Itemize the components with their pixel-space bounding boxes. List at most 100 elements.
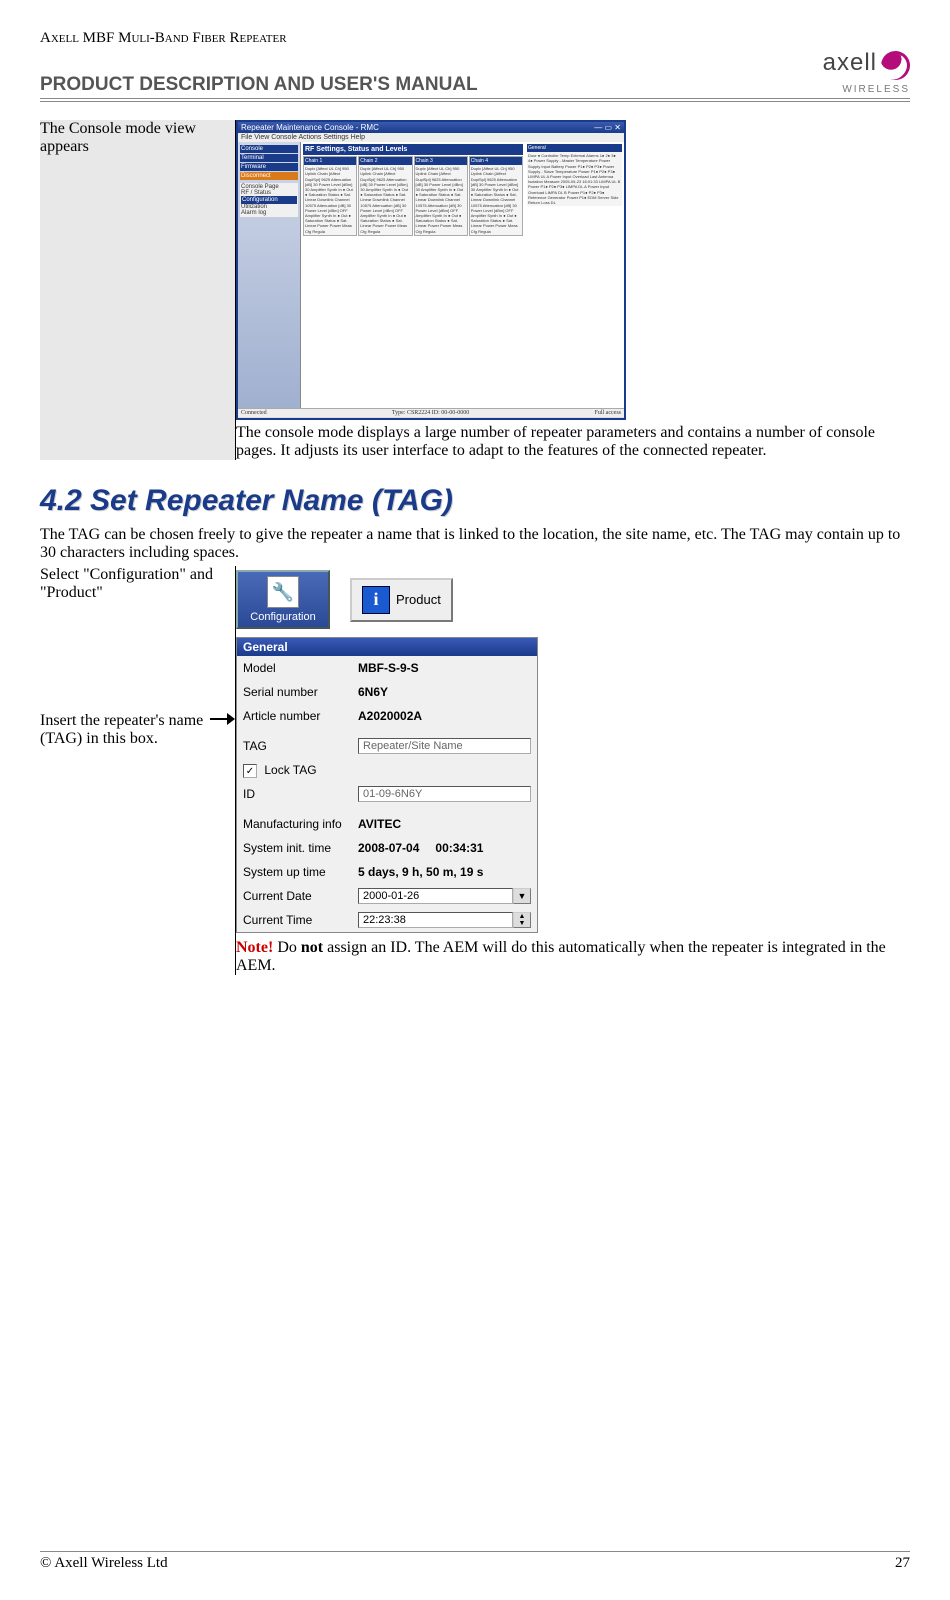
gp-locktag-cell: ✓ Lock TAG (243, 763, 358, 779)
id-input[interactable]: 01-09-6N6Y (358, 786, 531, 802)
current-date-select[interactable]: 2000-01-26 ▼ (358, 888, 531, 904)
note-line: Note! Do not assign an ID. The AEM will … (236, 939, 910, 975)
gp-row-tag: TAG Repeater/Site Name (237, 734, 537, 758)
rmc-screenshot: Repeater Maintenance Console - RMC — ▭ ✕… (236, 120, 626, 420)
header-title: PRODUCT DESCRIPTION AND USER'S MANUAL (40, 74, 478, 96)
rmc-status-right: Full access (595, 410, 622, 416)
section1-table: The Console mode view appears Repeater M… (40, 120, 910, 460)
gp-article-label: Article number (243, 709, 358, 723)
rmc-status-left: Connected (241, 410, 267, 416)
general-panel-heading: General (237, 638, 537, 656)
rmc-chain-2-body: Duplx [Affect UL Ch] 950 Uplink Chain [A… (359, 165, 411, 234)
tag-input[interactable]: Repeater/Site Name (358, 738, 531, 754)
rmc-chain-4-body: Duplx [Affect UL Ch] 950 Uplink Chain [A… (470, 165, 522, 234)
logo-text-bottom: WIRELESS (842, 84, 910, 95)
gp-row-uptime: System up time 5 days, 9 h, 50 m, 19 s (237, 860, 537, 884)
rmc-sidebar-console: Console (240, 145, 298, 153)
gp-row-id: ID 01-09-6N6Y (237, 782, 537, 806)
page-footer: © Axell Wireless Ltd 27 (40, 1551, 910, 1572)
rmc-chain-3: Chain 3Duplx [Affect UL Ch] 950 Uplink C… (414, 156, 468, 235)
section2-left-text1: Select "Configuration" and "Product" (40, 566, 235, 602)
gp-locktag-label: Lock TAG (264, 763, 316, 777)
note-bold: not (301, 939, 323, 956)
gp-serial-value: 6N6Y (358, 685, 388, 699)
logo: axell WIRELESS (823, 51, 910, 96)
logo-text-top: axell (823, 49, 877, 76)
rmc-main-right: General Door ● Controller Temp External … (525, 142, 624, 408)
rmc-general-body: Door ● Controller Temp External Alarms 1… (527, 152, 622, 206)
gp-model-value: MBF-S-9-S (358, 661, 419, 675)
rmc-chain-2-h: Chain 2 (359, 157, 411, 165)
section2-left: Select "Configuration" and "Product" Ins… (40, 566, 236, 975)
rmc-status-mid: Type: CSR2224 ID: 00-00-0000 (392, 410, 469, 416)
header-row: PRODUCT DESCRIPTION AND USER'S MANUAL ax… (40, 51, 910, 99)
rmc-title: Repeater Maintenance Console - RMC (241, 123, 379, 132)
gp-model-label: Model (243, 661, 358, 675)
gp-row-model: Model MBF-S-9-S (237, 656, 537, 680)
rmc-chain-3-body: Duplx [Affect UL Ch] 950 Uplink Chain [A… (415, 165, 467, 234)
note-text-2: assign an ID. The AEM will do this autom… (236, 939, 886, 974)
spinner-arrows-icon[interactable]: ▲▼ (513, 912, 531, 928)
rmc-window-controls-icon: — ▭ ✕ (594, 123, 621, 132)
rmc-chain-3-h: Chain 3 (415, 157, 467, 165)
rmc-chain-2: Chain 2Duplx [Affect UL Ch] 950 Uplink C… (358, 156, 412, 235)
gp-row-time: Current Time 22:23:38 ▲▼ (237, 908, 537, 932)
product-label: Product (396, 592, 441, 607)
gp-article-value: A2020002A (358, 709, 422, 723)
current-date-value: 2000-01-26 (358, 888, 513, 904)
section2-table: Select "Configuration" and "Product" Ins… (40, 566, 910, 975)
rmc-page-config: Configuration (241, 196, 297, 204)
configuration-label: Configuration (250, 611, 315, 623)
arrow-icon (210, 712, 235, 726)
product-button[interactable]: i Product (350, 578, 453, 622)
rmc-chain-1: Chain 1Duplx [Affect UL Ch] 950 Uplink C… (303, 156, 357, 235)
gp-row-date: Current Date 2000-01-26 ▼ (237, 884, 537, 908)
gp-row-mfg: Manufacturing info AVITEC (237, 812, 537, 836)
section1-right: Repeater Maintenance Console - RMC — ▭ ✕… (236, 120, 911, 460)
gp-row-article: Article number A2020002A (237, 704, 537, 728)
gp-init-value2: 00:34:31 (435, 841, 483, 855)
info-icon: i (362, 586, 390, 614)
rmc-sidebar: Console Terminal Firmware Disconnect Con… (238, 142, 301, 408)
gp-mfg-value: AVITEC (358, 817, 401, 831)
footer-page-number: 27 (895, 1555, 910, 1572)
header-small-caps: Axell MBF Muli-Band Fiber Repeater (40, 30, 910, 47)
general-panel: General Model MBF-S-9-S Serial number 6N… (236, 637, 538, 933)
rmc-chain-1-h: Chain 1 (304, 157, 356, 165)
gp-serial-label: Serial number (243, 685, 358, 699)
section-4-2-heading: 4.2 Set Repeater Name (TAG) (40, 484, 910, 518)
rmc-page-alarm: Alarm log (241, 210, 297, 216)
rmc-statusbar: Connected Type: CSR2224 ID: 00-00-0000 F… (238, 408, 624, 417)
rmc-sidebar-disconnect: Disconnect (240, 172, 298, 180)
current-time-spinner[interactable]: 22:23:38 ▲▼ (358, 912, 531, 928)
section1-left: The Console mode view appears (40, 120, 236, 460)
rmc-body: Console Terminal Firmware Disconnect Con… (238, 142, 624, 408)
rmc-sidebar-firmware: Firmware (240, 163, 298, 171)
rmc-sidebar-pane: Console Page RF / Status Configuration U… (240, 183, 298, 217)
section2-right: 🔧 Configuration i Product General Model … (236, 566, 911, 975)
rmc-chain-1-body: Duplx [Affect UL Ch] 950 Uplink Chain [A… (304, 165, 356, 234)
dropdown-arrow-icon[interactable]: ▼ (513, 888, 531, 904)
rmc-chain-4: Chain 4Duplx [Affect UL Ch] 950 Uplink C… (469, 156, 523, 235)
note-text-1: Do (273, 939, 301, 956)
logo-swoosh-icon (876, 46, 915, 85)
gp-time-label: Current Time (243, 913, 358, 927)
gp-uptime-value: 5 days, 9 h, 50 m, 19 s (358, 865, 483, 879)
configuration-button[interactable]: 🔧 Configuration (236, 570, 330, 629)
rmc-main-left: RF Settings, Status and Levels Chain 1Du… (301, 142, 525, 408)
gp-uptime-label: System up time (243, 865, 358, 879)
lock-tag-checkbox[interactable]: ✓ (243, 764, 257, 778)
gp-tag-label: TAG (243, 739, 358, 753)
rmc-general-heading: General (527, 144, 622, 152)
gp-mfg-label: Manufacturing info (243, 817, 358, 831)
footer-copyright: © Axell Wireless Ltd (40, 1555, 168, 1572)
gp-init-value1: 2008-07-04 (358, 841, 419, 855)
rmc-titlebar: Repeater Maintenance Console - RMC — ▭ ✕ (238, 122, 624, 133)
wrench-icon: 🔧 (267, 576, 299, 608)
gp-row-serial: Serial number 6N6Y (237, 680, 537, 704)
current-time-value: 22:23:38 (358, 912, 513, 928)
section2-intro: The TAG can be chosen freely to give the… (40, 526, 910, 562)
rmc-sidebar-terminal: Terminal (240, 154, 298, 162)
rmc-main-heading: RF Settings, Status and Levels (303, 144, 523, 155)
gp-id-label: ID (243, 787, 358, 801)
